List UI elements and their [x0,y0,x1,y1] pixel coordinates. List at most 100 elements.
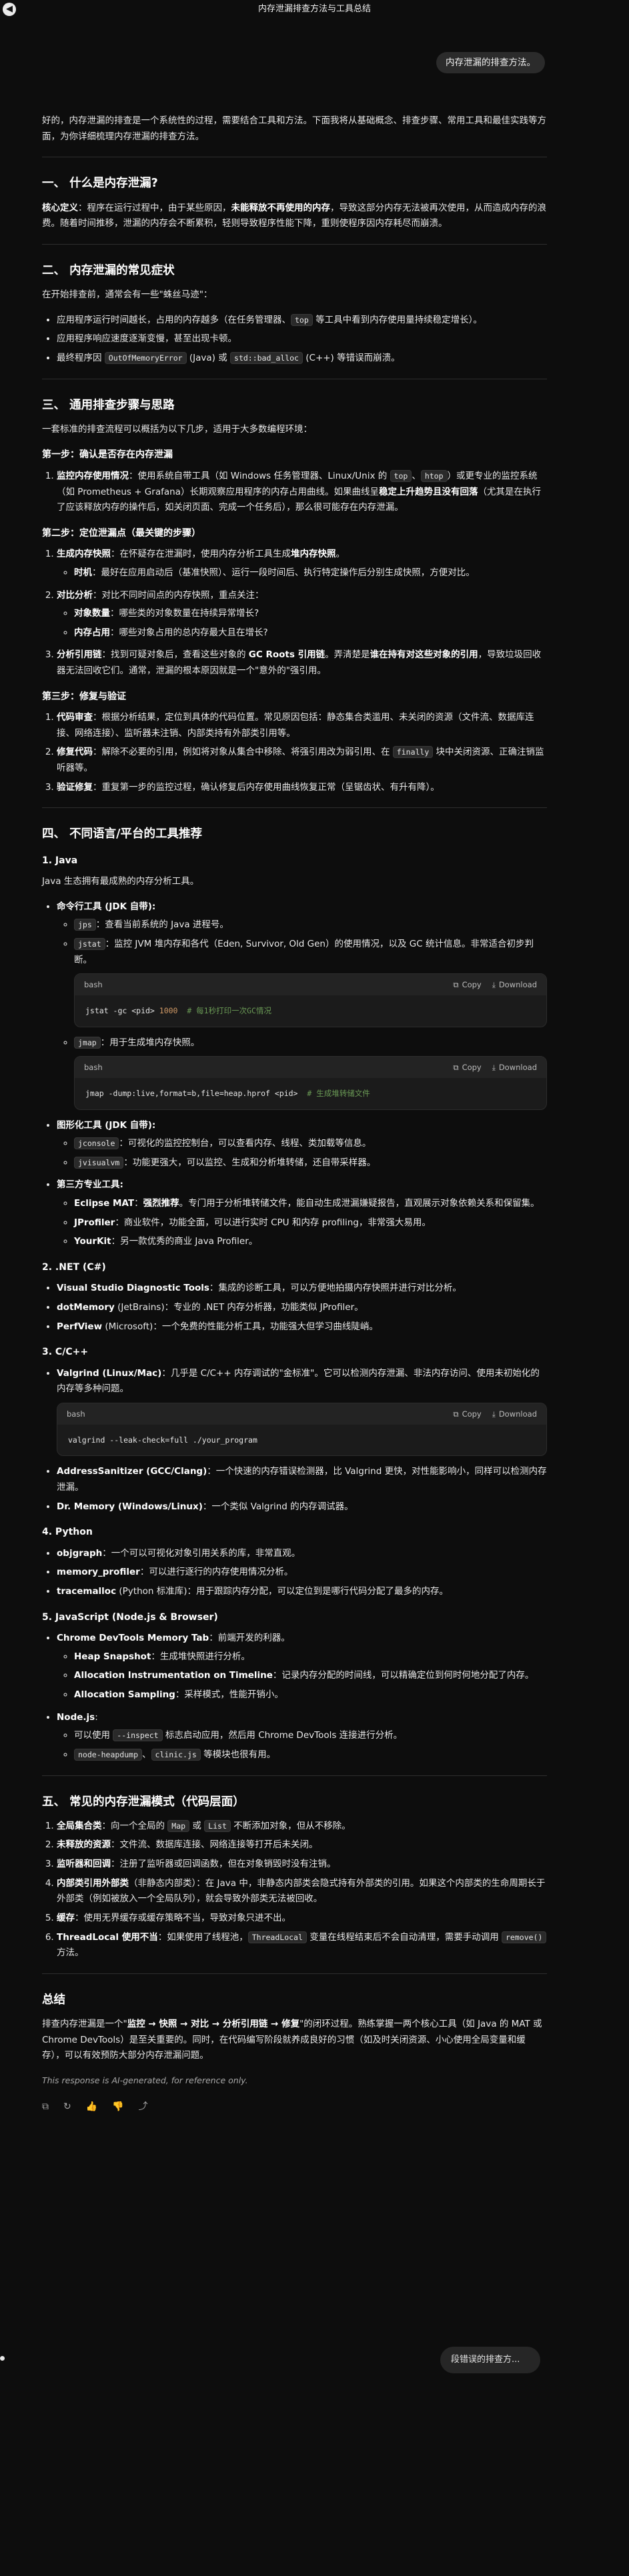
list-item: 可以使用 --inspect 标志启动应用，然后用 Chrome DevTool… [74,1728,547,1744]
code-block-jstat: bash ⧉ Copy ⤓ Download jstat -gc <pid> 100… [74,973,547,1027]
step-1-title: 第一步：确认是否存在内存泄漏 [42,449,173,461]
list-item: 应用程序响应速度逐渐变慢，甚至出现卡顿。 [57,331,547,347]
list-item: 内存占用：哪些对象占用的总内存最大且在增长? [74,625,547,641]
download-button[interactable]: ⤓ Download [492,1061,537,1074]
list-item: dotMemory (JetBrains)：专业的 .NET 内存分析器，功能类… [57,1300,547,1316]
section-5-title: 五、 常见的内存泄漏模式（代码层面） [42,1795,245,1809]
divider [42,243,547,245]
user-message: 内存泄漏的排查方法。 [436,52,545,73]
javascript-tool-list: Chrome DevTools Memory Tab：前端开发的利器。 Heap… [42,1631,547,1763]
section-1-body: 核心定义：程序在运行过程中，由于某些原因，未能释放不再使用的内存，导致这部分内存… [42,202,546,229]
assistant-answer: 好的，内存泄漏的排查是一个系统性的过程，需要结合工具和方法。下面我将从基础概念、… [42,113,547,2115]
section-3-title: 三、 通用排查步骤与思路 [42,398,175,412]
cpp-title: 3. C/C++ [42,1347,89,1358]
summary-title: 总结 [42,1993,65,2007]
share-icon[interactable]: ⤴ [139,2099,148,2115]
list-item: JProfiler：商业软件，功能全面，可以进行实时 CPU 和内存 profi… [74,1215,547,1231]
list-item: Allocation Instrumentation on Timeline：记… [74,1668,547,1684]
download-icon: ⤓ [492,1063,496,1073]
list-item: 监听器和回调：注册了监听器或回调函数，但在对象销毁时没有注销。 [57,1857,547,1873]
copy-icon: ⧉ [453,1409,459,1419]
list-item: node-heapdump、clinic.js 等模块也很有用。 [74,1747,547,1763]
regenerate-icon[interactable]: ↻ [63,2099,71,2115]
step-2-title: 第二步：定位泄漏点（最关键的步骤） [42,527,201,539]
feedback-bar: ⧉ ↻ 👍 👎 ⤴ [42,2099,547,2115]
section-4-title: 四、 不同语言/平台的工具推荐 [42,827,202,841]
cpp-tool-list: Valgrind (Linux/Mac)：几乎是 C/C++ 内存调试的"金标准… [42,1366,547,1515]
section-3-lead: 一套标准的排查流程可以概括为以下几步，适用于大多数编程环境： [42,423,312,435]
intro: 好的，内存泄漏的排查是一个系统性的过程，需要结合工具和方法。下面我将从基础概念、… [42,115,546,142]
list-item: Eclipse MAT：强烈推荐。专门用于分析堆转储文件，能自动生成泄漏嫌疑报告… [74,1196,547,1212]
java-tool-list: 命令行工具 (JDK 自带): jps：查看当前系统的 Java 进程号。 js… [42,899,547,1250]
list-item: YourKit：另一款优秀的商业 Java Profiler。 [74,1234,547,1250]
java-title: 1. Java [42,855,78,866]
list-item: 时机：最好在应用启动后（基准快照）、运行一段时间后、执行特定操作后分别生成快照，… [74,565,547,581]
step-3-list: 代码审查：根据分析结果，定位到具体的代码位置。常见原因包括：静态集合类滥用、未关… [42,710,547,795]
download-icon: ⤓ [492,1409,496,1419]
list-item: 对象数量：哪些类的对象数量在持续异常增长? [74,606,547,622]
list-item: Heap Snapshot：生成堆快照进行分析。 [74,1649,547,1665]
scroll-indicator [0,2356,5,2361]
copy-icon[interactable]: ⧉ [42,2099,49,2115]
list-item: 未释放的资源：文件流、数据库连接、网络连接等打开后未关闭。 [57,1837,547,1853]
list-item: Chrome DevTools Memory Tab：前端开发的利器。 Heap… [57,1631,547,1703]
next-message-bubble[interactable]: 段错误的排查方... [440,2347,540,2373]
code-content[interactable]: valgrind --leak-check=full ./your_progra… [57,1425,546,1455]
copy-button[interactable]: ⧉ Copy [453,978,481,991]
list-item: 代码审查：根据分析结果，定位到具体的代码位置。常见原因包括：静态集合类滥用、未关… [57,710,547,741]
pattern-list: 全局集合类：向一个全局的 Map 或 List 不断添加对象，但从不移除。 未释… [42,1819,547,1961]
download-button[interactable]: ⤓ Download [492,1407,537,1421]
list-item: tracemalloc (Python 标准库)：用于跟踪内存分配，可以定位到是… [57,1584,547,1600]
divider [42,807,547,809]
code-lang: bash [84,1063,103,1073]
list-item: jps：查看当前系统的 Java 进程号。 [74,917,547,933]
download-button[interactable]: ⤓ Download [492,978,537,991]
divider [42,1973,547,1974]
download-icon: ⤓ [492,980,496,990]
symptom-list: 应用程序运行时间越长，占用的内存越多（在任务管理器、top 等工具中看到内存使用… [42,313,547,367]
thumbs-up-icon[interactable]: 👍 [86,2099,97,2115]
divider [42,1775,547,1776]
list-item: 最终程序因 OutOfMemoryError (Java) 或 std::bad… [57,351,547,367]
copy-icon: ⧉ [453,980,459,990]
list-item: jconsole：可视化的监控控制台，可以查看内存、线程、类加载等信息。 [74,1136,547,1152]
list-item: objgraph：一个可以可视化对象引用关系的库，非常直观。 [57,1546,547,1562]
code-content[interactable]: jmap -dump:live,format=b,file=heap.hprof… [75,1078,546,1109]
list-item: 内部类引用外部类（非静态内部类）：在 Java 中，非静态内部类会隐式持有外部类… [57,1876,547,1907]
code-lang: bash [84,980,103,990]
list-item: Visual Studio Diagnostic Tools：集成的诊断工具，可… [57,1281,547,1297]
back-icon[interactable]: ◀ [3,3,16,16]
list-item: memory_profiler：可以进行逐行的内存使用情况分析。 [57,1565,547,1581]
list-item: jstat：监控 JVM 堆内存和各代（Eden, Survivor, Old … [74,937,547,1027]
list-item: AddressSanitizer (GCC/Clang)：一个快速的内存错误检测… [57,1464,547,1495]
python-title: 4. Python [42,1527,93,1538]
step-1-list: 监控内存使用情况：使用系统自带工具（如 Windows 任务管理器、Linux/… [42,469,547,516]
list-item: jvisualvm：功能更强大，可以监控、生成和分析堆转储，还自带采样器。 [74,1155,547,1171]
top-bar: ◀ 内存泄漏排查方法与工具总结 [0,0,629,19]
list-item: 修复代码：解除不必要的引用，例如将对象从集合中移除、将强引用改为弱引用、在 fi… [57,745,547,776]
dotnet-tool-list: Visual Studio Diagnostic Tools：集成的诊断工具，可… [42,1281,547,1335]
code-content[interactable]: jstat -gc <pid> 1000 # 每1秒打印一次GC情况 [75,995,546,1026]
copy-button[interactable]: ⧉ Copy [453,1061,481,1074]
list-item: 缓存：使用无界缓存或缓存策略不当，导致对象只进不出。 [57,1911,547,1927]
list-item: 应用程序运行时间越长，占用的内存越多（在任务管理器、top 等工具中看到内存使用… [57,313,547,329]
java-lead: Java 生态拥有最成熟的内存分析工具。 [42,876,199,887]
code-lang: bash [67,1409,85,1419]
list-item: 生成内存快照：在怀疑存在泄漏时，使用内存分析工具生成堆内存快照。 时机：最好在应… [57,547,547,581]
ai-disclaimer: This response is AI-generated, for refer… [42,2075,248,2085]
python-tool-list: objgraph：一个可以可视化对象引用关系的库，非常直观。 memory_pr… [42,1546,547,1600]
list-item: 监控内存使用情况：使用系统自带工具（如 Windows 任务管理器、Linux/… [57,469,547,516]
chat-title: 内存泄漏排查方法与工具总结 [257,3,371,14]
list-item: ThreadLocal 使用不当：如果使用了线程池，ThreadLocal 变量… [57,1930,547,1961]
copy-button[interactable]: ⧉ Copy [453,1407,481,1421]
thumbs-down-icon[interactable]: 👎 [112,2099,123,2115]
list-item: PerfView (Microsoft)：一个免费的性能分析工具，功能强大但学习… [57,1319,547,1335]
list-item: 图形化工具 (JDK 自带): jconsole：可视化的监控控制台，可以查看内… [57,1118,547,1171]
summary-body: 排查内存泄漏是一个"监控 → 快照 → 对比 → 分析引用链 → 修复"的闭环过… [42,2019,542,2061]
code-block-valgrind: bash ⧉ Copy ⤓ Download valgrind --leak-che… [57,1403,547,1457]
code-block-jmap: bash ⧉ Copy ⤓ Download jmap -dump:live,for… [74,1056,547,1110]
list-item: Node.js: 可以使用 --inspect 标志启动应用，然后用 Chrom… [57,1710,547,1763]
dotnet-title: 2. .NET (C#) [42,1261,106,1273]
list-item: Valgrind (Linux/Mac)：几乎是 C/C++ 内存调试的"金标准… [57,1366,547,1457]
list-item: 验证修复：重复第一步的监控过程，确认修复后内存使用曲线恢复正常（呈锯齿状、有升有… [57,780,547,796]
